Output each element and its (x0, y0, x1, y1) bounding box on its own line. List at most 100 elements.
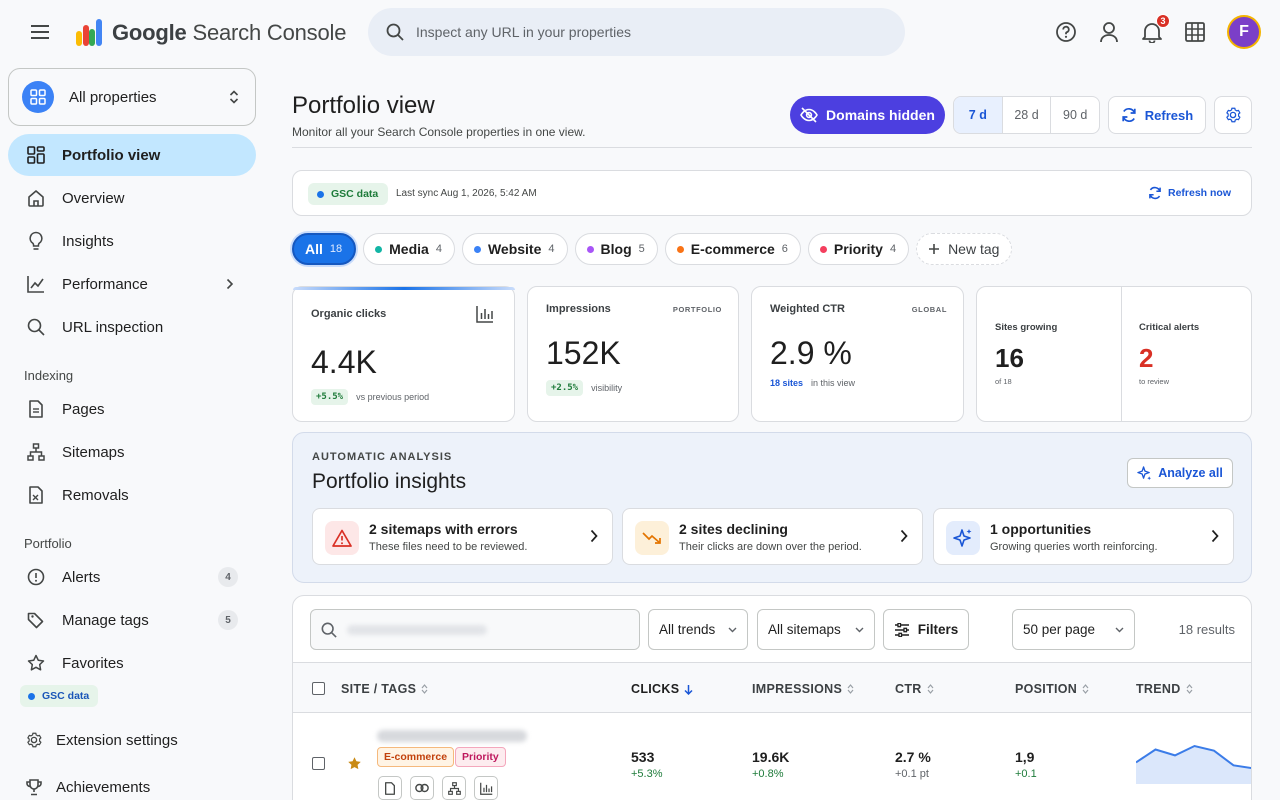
sparkle-icon (1137, 465, 1152, 481)
sidebar-item-portfolio-view[interactable]: Portfolio view (8, 134, 256, 176)
per-page-dropdown[interactable]: 50 per page (1012, 609, 1135, 650)
sidebar-item-label: Manage tags (62, 611, 149, 629)
chevron-down-icon (728, 627, 737, 633)
kpi-value-growing[interactable]: 16 (995, 343, 1024, 374)
insight-subtitle: These files need to be reviewed. (369, 541, 528, 553)
gear-icon (24, 730, 44, 750)
sidebar-item-url-inspection[interactable]: URL inspection (8, 306, 256, 348)
sidebar-item-achievements[interactable]: Achievements (8, 766, 256, 800)
sites-link[interactable]: 18 sites (770, 378, 803, 388)
search-input[interactable] (416, 24, 856, 40)
insight-subtitle: Their clicks are down over the period. (679, 541, 862, 553)
sort-icon (847, 684, 854, 694)
row-action-pages[interactable] (378, 776, 402, 800)
bar-chart-icon[interactable] (476, 305, 494, 323)
sidebar-section-indexing: Indexing (24, 368, 74, 383)
insight-card-declining[interactable]: 2 sites declining Their clicks are down … (622, 508, 923, 565)
help-button[interactable] (1054, 20, 1078, 44)
refresh-now-link[interactable]: Refresh now (1148, 186, 1231, 200)
sort-icon (1082, 684, 1089, 694)
range-7d-button[interactable]: 7 d (954, 97, 1003, 133)
sitemaps-dropdown[interactable]: All sitemaps (757, 609, 875, 650)
insight-card-opportunities[interactable]: 1 opportunities Growing queries worth re… (933, 508, 1234, 565)
column-header-clicks[interactable]: CLICKS (631, 682, 693, 696)
insight-card-sitemaps[interactable]: 2 sitemaps with errors These files need … (312, 508, 613, 565)
last-sync-text: Last sync Aug 1, 2026, 5:42 AM (396, 188, 537, 199)
search-console-logo[interactable]: Google Search Console (76, 19, 346, 46)
column-header-position[interactable]: POSITION (1015, 682, 1089, 696)
grid-icon (1185, 22, 1205, 42)
column-header-site[interactable]: SITE / TAGS (341, 682, 428, 696)
gear-icon (1224, 106, 1242, 124)
favorite-star-icon[interactable] (347, 756, 362, 771)
refresh-button[interactable]: Refresh (1108, 96, 1206, 134)
row-action-performance[interactable] (474, 776, 498, 800)
kpi-title: Weighted CTR (770, 303, 845, 315)
apps-button[interactable] (1183, 20, 1207, 44)
tag-filter-all[interactable]: All 18 (292, 233, 357, 265)
tag-filter-priority[interactable]: Priority 4 (807, 233, 910, 265)
new-tag-button[interactable]: New tag (916, 233, 1013, 265)
sidebar-item-extension-settings[interactable]: Extension settings (8, 719, 256, 761)
range-90d-button[interactable]: 90 d (1051, 97, 1099, 133)
row-action-link[interactable] (410, 776, 434, 800)
main-menu-button[interactable] (26, 18, 54, 46)
kpi-sites-summary: Sites growing 16 of 18 Critical alerts 2… (976, 286, 1252, 422)
tag-filter-media[interactable]: Media 4 (363, 233, 455, 265)
avatar[interactable]: F (1227, 15, 1261, 49)
tag-icon (26, 610, 46, 630)
kpi-organic-clicks[interactable]: Organic clicks 4.4K +5.5% vs previous per… (292, 286, 515, 422)
domains-hidden-button[interactable]: Domains hidden (790, 96, 945, 134)
tag-color-dot (473, 245, 481, 253)
page-subtitle: Monitor all your Search Console properti… (292, 125, 586, 139)
select-all-checkbox[interactable] (312, 682, 325, 695)
kpi-note-growing: of 18 (995, 377, 1012, 386)
tags-count-badge: 5 (218, 610, 238, 630)
filters-button[interactable]: Filters (883, 609, 969, 650)
kpi-value-alerts[interactable]: 2 (1139, 343, 1153, 374)
sidebar-item-manage-tags[interactable]: Manage tags 5 (8, 599, 256, 641)
sidebar-item-insights[interactable]: Insights (8, 220, 256, 262)
sidebar-item-performance[interactable]: Performance (8, 263, 256, 305)
chevron-down-icon (855, 627, 864, 633)
sidebar-item-pages[interactable]: Pages (8, 388, 256, 430)
analyze-all-button[interactable]: Analyze all (1127, 458, 1233, 488)
kpi-impressions[interactable]: Impressions PORTFOLIO 152K +2.5% visibili… (527, 286, 739, 422)
kpi-title: Impressions (546, 303, 611, 315)
unfold-icon (229, 90, 239, 104)
account-button[interactable] (1097, 20, 1121, 44)
sidebar-item-alerts[interactable]: Alerts 4 (8, 556, 256, 598)
tag-filter-website[interactable]: Website 4 (461, 233, 568, 265)
status-dot (317, 190, 324, 198)
column-header-ctr[interactable]: CTR (895, 682, 934, 696)
column-header-impressions[interactable]: IMPRESSIONS (752, 682, 854, 696)
kpi-scope-tag: GLOBAL (911, 305, 947, 314)
site-name-blurred[interactable] (377, 730, 527, 742)
hamburger-icon (31, 25, 49, 39)
sidebar-item-label: Overview (62, 189, 125, 207)
sidebar-item-removals[interactable]: Removals (8, 474, 256, 516)
top-header: Google Search Console 3 F (0, 0, 1280, 64)
row-action-sitemap[interactable] (442, 776, 466, 800)
page-title: Portfolio view (292, 92, 435, 119)
refresh-label: Refresh (1144, 107, 1194, 123)
alerts-count-badge: 4 (218, 567, 238, 587)
property-selector[interactable]: All properties (8, 68, 256, 126)
trends-dropdown[interactable]: All trends (648, 609, 748, 650)
sidebar-item-label: Portfolio view (62, 146, 161, 164)
column-header-trend[interactable]: TREND (1136, 682, 1193, 696)
settings-button[interactable] (1214, 96, 1252, 134)
sidebar-item-label: Performance (62, 275, 148, 293)
tag-filter-blog[interactable]: Blog 5 (574, 233, 658, 265)
sidebar-item-sitemaps[interactable]: Sitemaps (8, 431, 256, 473)
row-checkbox[interactable] (312, 757, 325, 770)
sidebar-item-overview[interactable]: Overview (8, 177, 256, 219)
tag-filter-ecommerce[interactable]: E-commerce 6 (664, 233, 801, 265)
site-search-input[interactable] (310, 609, 640, 650)
kpi-weighted-ctr[interactable]: Weighted CTR GLOBAL 2.9 % 18 sites in thi… (751, 286, 964, 422)
cell-position-delta: +0.1 (1015, 768, 1037, 780)
sidebar-item-favorites[interactable]: Favorites (8, 642, 256, 684)
home-icon (26, 188, 46, 208)
url-inspect-search[interactable] (368, 8, 905, 56)
range-28d-button[interactable]: 28 d (1003, 97, 1052, 133)
